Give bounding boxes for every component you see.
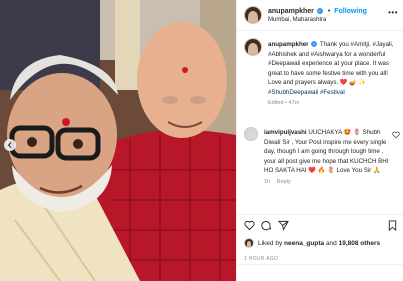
author-username[interactable]: anupampkher bbox=[268, 8, 314, 15]
following-button[interactable]: Following bbox=[334, 8, 367, 15]
heart-icon[interactable] bbox=[244, 220, 255, 231]
add-comment-area[interactable] bbox=[237, 264, 403, 281]
likes-summary: Liked by neena_gupta and 19,808 others bbox=[244, 238, 380, 248]
folded-hands-icon: 🙏 bbox=[373, 167, 381, 174]
caption-time: 47m bbox=[288, 100, 300, 106]
caption-meta: Edited • 47m bbox=[268, 100, 300, 106]
commenter-username[interactable]: iamvipuljvashi bbox=[264, 129, 307, 136]
author-avatar[interactable] bbox=[244, 6, 262, 24]
bookmark-icon[interactable] bbox=[387, 220, 398, 231]
post-photo[interactable] bbox=[0, 0, 236, 281]
separator-dot: • bbox=[327, 8, 331, 15]
emoji-icons: ❤️ 🔥 🌷 bbox=[308, 167, 335, 174]
verified-badge-icon: ✓ bbox=[311, 41, 318, 48]
share-icon[interactable] bbox=[278, 220, 289, 231]
post-header: anupampkher ✓ • Following Mumbai, Mahara… bbox=[237, 0, 403, 31]
photo-illustration bbox=[0, 0, 236, 281]
liker-username[interactable]: neena_gupta bbox=[284, 240, 324, 247]
caption-username[interactable]: anupampkher bbox=[268, 41, 309, 48]
location-link[interactable]: Mumbai, Maharashtra bbox=[268, 17, 326, 23]
comment-body: iamvipuljvashi UUCHAKYA 🤩 🌷 Shubh Diwali… bbox=[264, 128, 392, 187]
likes-middle: and bbox=[325, 239, 337, 247]
author-line: anupampkher ✓ • Following bbox=[268, 8, 367, 15]
post-actions-bar bbox=[237, 214, 403, 234]
caption-hashtags[interactable]: #ShubhDeepawali #Festival bbox=[268, 89, 345, 96]
verified-badge-icon: ✓ bbox=[316, 8, 323, 15]
comment-like-heart-icon[interactable] bbox=[392, 131, 400, 139]
caption-body: anupampkher ✓ Thank you #Amitji, #Jayali… bbox=[268, 40, 400, 109]
likes-prefix: Liked by bbox=[258, 239, 283, 247]
caption-author-avatar[interactable] bbox=[244, 38, 262, 56]
post-timestamp: 1 HOUR AGO bbox=[244, 256, 279, 262]
edited-label: Edited bbox=[268, 100, 284, 106]
liker-avatar[interactable] bbox=[244, 238, 254, 248]
post-details-panel: anupampkher ✓ • Following Mumbai, Mahara… bbox=[236, 0, 403, 281]
likes-count[interactable]: 19,808 others bbox=[339, 240, 381, 247]
reply-button[interactable]: Reply bbox=[277, 179, 291, 185]
comment-meta: 1h Reply bbox=[264, 178, 392, 188]
more-options-icon[interactable]: ••• bbox=[388, 8, 398, 17]
previous-photo-button[interactable] bbox=[4, 139, 16, 151]
comment-time: 1h bbox=[264, 178, 271, 185]
chevron-left-icon bbox=[7, 142, 12, 148]
instagram-post-window: anupampkher ✓ • Following Mumbai, Mahara… bbox=[0, 0, 403, 281]
heart-emoji-icon: ❤️ 🪔 ✨ bbox=[339, 79, 367, 86]
comment-icon[interactable] bbox=[261, 220, 272, 231]
comment-text-end: Love You Sir bbox=[336, 167, 372, 174]
commenter-avatar[interactable] bbox=[244, 127, 258, 141]
